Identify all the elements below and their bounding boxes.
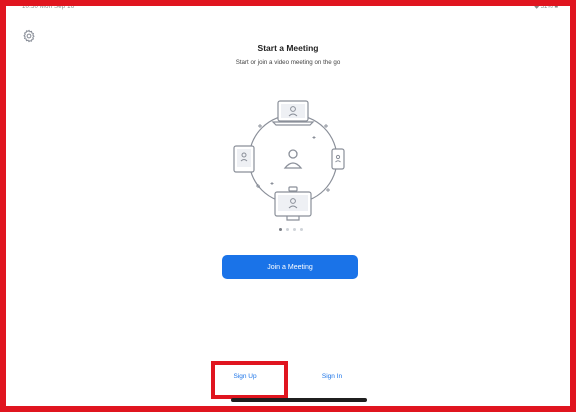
- page-dot: [293, 228, 296, 231]
- home-indicator[interactable]: [231, 398, 367, 402]
- status-time: 10:50 Mon Sep 16: [22, 4, 75, 10]
- status-bar: 10:50 Mon Sep 16 ◆ 51% ■: [8, 4, 568, 10]
- page-subtitle: Start or join a video meeting on the go: [235, 59, 341, 66]
- meeting-illustration: [233, 100, 345, 221]
- monitor-icon: [274, 186, 312, 221]
- status-indicators: ◆ 51% ■: [534, 4, 558, 10]
- gear-icon[interactable]: [22, 29, 36, 43]
- person-icon: [283, 149, 303, 169]
- phone-icon: [331, 148, 345, 170]
- join-meeting-button[interactable]: Join a Meeting: [222, 255, 358, 279]
- page-indicator: [279, 228, 309, 232]
- highlight-box: [211, 361, 288, 399]
- page-dot-active: [279, 228, 282, 231]
- laptop-icon: [271, 100, 315, 126]
- page-dot: [300, 228, 303, 231]
- page-dot: [286, 228, 289, 231]
- tablet-icon: [233, 145, 255, 173]
- page-title: Start a Meeting: [257, 43, 319, 53]
- sign-in-button[interactable]: Sign In: [292, 373, 372, 380]
